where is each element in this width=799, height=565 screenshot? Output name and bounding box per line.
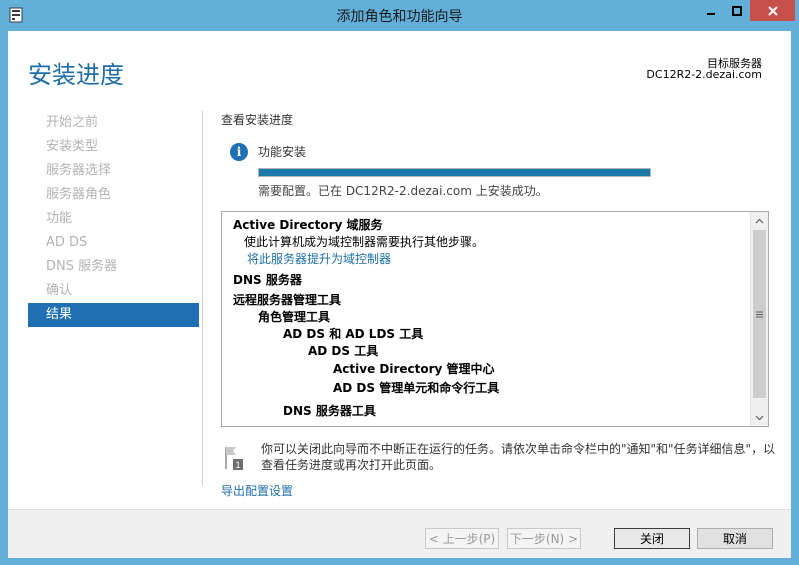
nav-item-server-roles: 服务器角色 [46,187,112,202]
nav-item-before-you-begin: 开始之前 [46,115,99,130]
result-ad-ds-lds-tools: AD DS 和 AD LDS 工具 [283,327,424,341]
maximize-icon [732,5,742,16]
maximize-button[interactable] [724,0,750,21]
feature-install-label: 功能安装 [258,145,307,159]
result-rsat: 远程服务器管理工具 [233,293,342,307]
chevron-up-icon [755,218,764,223]
grip-icon [756,311,763,317]
result-ad-ds-note: 使此计算机成为域控制器需要执行其他步骤。 [244,235,485,249]
scroll-thumb[interactable] [753,230,766,398]
wizard-footer: < 上一步(P) 下一步(N) > 关闭 取消 [8,509,791,558]
result-dns-tools: DNS 服务器工具 [283,404,376,418]
target-server-value: DC12R2-2.dezai.com [646,68,762,81]
result-role-admin-tools: 角色管理工具 [258,310,331,324]
install-progress-bar [258,168,651,177]
minimize-button[interactable] [698,0,724,21]
nav-item-results[interactable]: 结果 [28,303,199,327]
window-title: 添加角色和功能向导 [336,9,463,25]
progress-fill [259,169,650,176]
minimize-icon [707,12,715,15]
result-ad-ds-tools: AD DS 工具 [308,344,379,358]
section-label: 查看安装进度 [221,113,294,127]
wizard-nav: 开始之前 安装类型 服务器选择 服务器角色 功能 AD DS DNS 服务器 确… [28,111,199,327]
flag-notification-icon: 1 [225,447,243,470]
result-ad-admin-center: Active Directory 管理中心 [333,362,495,376]
result-ad-ds-snapins: AD DS 管理单元和命令行工具 [333,381,500,395]
nav-item-dns-server: DNS 服务器 [46,259,118,274]
export-config-link[interactable]: 导出配置设置 [221,482,293,499]
wizard-window: 添加角色和功能向导 安装进度 目标服务器 DC12R2-2.dezai.com … [0,0,799,565]
result-ad-ds: Active Directory 域服务 [233,218,383,232]
previous-button[interactable]: < 上一步(P) [425,528,499,549]
nav-item-features: 功能 [46,211,73,226]
page-title: 安装进度 [28,61,124,89]
wizard-body: 安装进度 目标服务器 DC12R2-2.dezai.com 开始之前 安装类型 … [8,31,791,558]
note-badge-number: 1 [235,460,240,470]
close-button[interactable]: 关闭 [614,528,690,549]
cancel-button[interactable]: 取消 [697,528,773,549]
scroll-up-button[interactable] [751,212,768,229]
nav-item-ad-ds: AD DS [46,235,88,250]
nav-item-installation-type: 安装类型 [46,139,99,154]
nav-item-confirmation: 确认 [46,283,73,298]
result-dns-server: DNS 服务器 [233,273,302,287]
promote-dc-link[interactable]: 将此服务器提升为域控制器 [247,250,391,267]
nav-divider [202,111,203,486]
results-scrollbar[interactable] [750,212,768,426]
info-icon: i [230,143,248,161]
scroll-down-button[interactable] [751,409,768,426]
chevron-down-icon [755,415,764,420]
title-bar[interactable]: 添加角色和功能向导 [0,0,799,31]
note-text: 你可以关闭此向导而不中断正在运行的任务。请依次单击命令栏中的"通知"和"任务详细… [261,442,776,472]
results-list[interactable]: Active Directory 域服务 使此计算机成为域控制器需要执行其他步骤… [221,211,769,427]
nav-item-server-selection: 服务器选择 [46,163,112,178]
window-close-button[interactable] [750,0,795,21]
next-button[interactable]: 下一步(N) > [507,528,581,549]
install-status-text: 需要配置。已在 DC12R2-2.dezai.com 上安装成功。 [258,184,548,198]
close-icon [767,5,778,16]
